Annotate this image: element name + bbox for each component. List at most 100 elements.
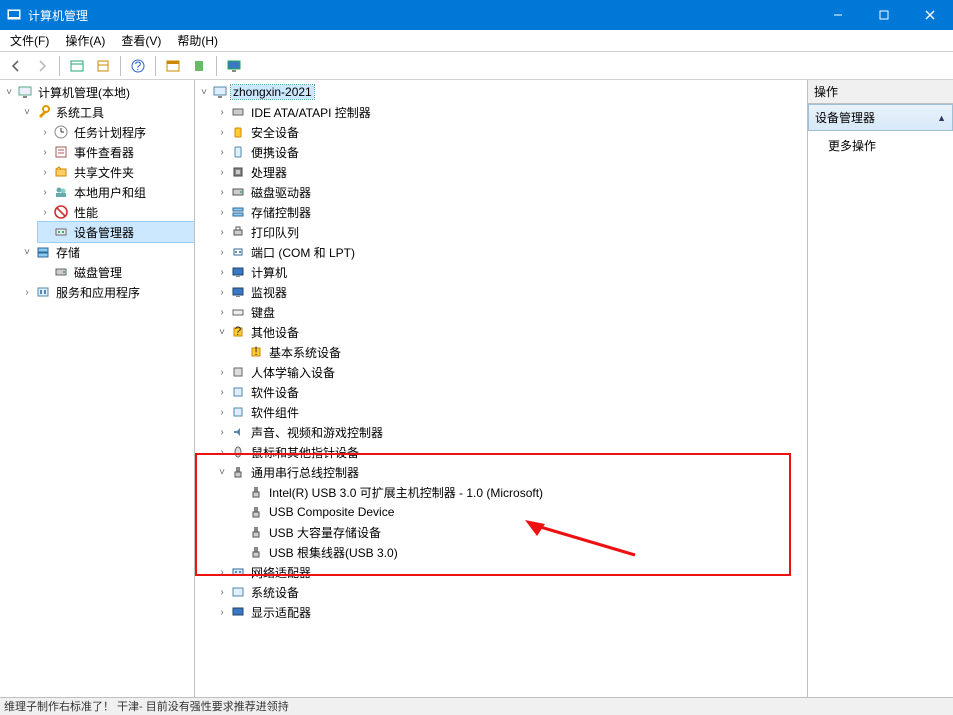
expand-icon[interactable]: › <box>215 587 229 598</box>
dev-monitors[interactable]: ›监视器 <box>215 282 807 302</box>
toolbar-properties[interactable] <box>91 54 115 78</box>
expand-icon[interactable]: › <box>38 207 52 218</box>
expand-icon[interactable]: › <box>215 147 229 158</box>
hdd-icon <box>230 184 246 200</box>
actions-section-label: 设备管理器 <box>815 109 875 126</box>
toolbar-forward[interactable] <box>30 54 54 78</box>
collapse-icon[interactable]: ˅ <box>20 247 34 258</box>
device-mgr-icon <box>53 224 69 240</box>
event-icon <box>53 144 69 160</box>
dev-other-basic[interactable]: !基本系统设备 <box>233 342 807 362</box>
dev-usb-composite[interactable]: USB Composite Device <box>233 502 807 522</box>
dev-system-devices[interactable]: ›系统设备 <box>215 582 807 602</box>
left-performance[interactable]: ›性能 <box>38 202 194 222</box>
expand-icon[interactable]: › <box>215 107 229 118</box>
expand-icon[interactable]: › <box>38 187 52 198</box>
dev-display-adapters[interactable]: ›显示适配器 <box>215 602 807 622</box>
expand-icon[interactable]: › <box>38 147 52 158</box>
dev-ide[interactable]: ›IDE ATA/ATAPI 控制器 <box>215 102 807 122</box>
chevron-up-icon[interactable]: ▲ <box>937 113 946 123</box>
storage-icon <box>35 244 51 260</box>
collapse-icon[interactable]: ˅ <box>197 87 211 98</box>
expand-icon[interactable]: › <box>215 567 229 578</box>
menu-view[interactable]: 查看(V) <box>113 30 169 51</box>
dev-sound[interactable]: ›声音、视频和游戏控制器 <box>215 422 807 442</box>
expand-icon[interactable]: › <box>215 287 229 298</box>
actions-more[interactable]: 更多操作 <box>808 131 953 160</box>
collapse-icon[interactable]: ˅ <box>215 467 229 478</box>
toolbar-refresh[interactable] <box>161 54 185 78</box>
expand-icon[interactable]: › <box>215 427 229 438</box>
collapse-icon[interactable]: ˅ <box>215 327 229 338</box>
services-icon <box>35 284 51 300</box>
left-system-tools[interactable]: ˅ 系统工具 <box>20 102 194 122</box>
expand-icon[interactable]: › <box>215 387 229 398</box>
expand-icon[interactable]: › <box>215 447 229 458</box>
expand-icon[interactable]: › <box>215 187 229 198</box>
expand-icon[interactable]: › <box>215 167 229 178</box>
toolbar-help[interactable]: ? <box>126 54 150 78</box>
dev-software-devices[interactable]: ›软件设备 <box>215 382 807 402</box>
left-root[interactable]: ˅ 计算机管理(本地) <box>2 82 194 102</box>
dev-usb-controllers[interactable]: ˅通用串行总线控制器 <box>215 462 807 482</box>
actions-section[interactable]: 设备管理器 ▲ <box>808 104 953 131</box>
expand-icon[interactable]: › <box>215 207 229 218</box>
dev-software-components[interactable]: ›软件组件 <box>215 402 807 422</box>
expand-icon[interactable]: › <box>20 287 34 298</box>
left-device-manager[interactable]: 设备管理器 <box>38 222 194 242</box>
monitor-icon <box>230 284 246 300</box>
expand-icon[interactable]: › <box>215 227 229 238</box>
toolbar-show-hide[interactable] <box>65 54 89 78</box>
expand-icon[interactable]: › <box>38 167 52 178</box>
actions-pane: 操作 设备管理器 ▲ 更多操作 <box>808 80 953 697</box>
toolbar-back[interactable] <box>4 54 28 78</box>
expand-icon[interactable]: › <box>215 307 229 318</box>
dev-usb-root-hub[interactable]: USB 根集线器(USB 3.0) <box>233 542 807 562</box>
toolbar-update[interactable] <box>187 54 211 78</box>
expand-icon[interactable]: › <box>215 367 229 378</box>
dev-ports[interactable]: ›端口 (COM 和 LPT) <box>215 242 807 262</box>
dev-processors[interactable]: ›处理器 <box>215 162 807 182</box>
left-services-apps[interactable]: ›服务和应用程序 <box>20 282 194 302</box>
menu-action[interactable]: 操作(A) <box>57 30 113 51</box>
expand-icon[interactable]: › <box>215 407 229 418</box>
dev-portable[interactable]: ›便携设备 <box>215 142 807 162</box>
left-pane[interactable]: ˅ 计算机管理(本地) ˅ 系统工具 ›任务计划程序 ›事件查看器 <box>0 80 195 697</box>
dev-keyboards[interactable]: ›键盘 <box>215 302 807 322</box>
collapse-icon[interactable]: ˅ <box>2 87 16 98</box>
left-event-viewer[interactable]: ›事件查看器 <box>38 142 194 162</box>
expand-icon[interactable]: › <box>215 247 229 258</box>
dev-disk-drives[interactable]: ›磁盘驱动器 <box>215 182 807 202</box>
left-task-scheduler[interactable]: ›任务计划程序 <box>38 122 194 142</box>
center-pane[interactable]: ˅ zhongxin-2021 ›IDE ATA/ATAPI 控制器 ›安全设备… <box>195 80 808 697</box>
dev-usb-intel[interactable]: Intel(R) USB 3.0 可扩展主机控制器 - 1.0 (Microso… <box>233 482 807 502</box>
minimize-button[interactable] <box>815 0 861 30</box>
menu-help[interactable]: 帮助(H) <box>169 30 226 51</box>
maximize-button[interactable] <box>861 0 907 30</box>
expand-icon[interactable]: › <box>38 127 52 138</box>
perf-icon <box>53 204 69 220</box>
dev-security[interactable]: ›安全设备 <box>215 122 807 142</box>
dev-hid[interactable]: ›人体学输入设备 <box>215 362 807 382</box>
expand-icon[interactable]: › <box>215 127 229 138</box>
dev-root[interactable]: ˅ zhongxin-2021 <box>197 82 807 102</box>
left-shared-folders[interactable]: ›共享文件夹 <box>38 162 194 182</box>
left-disk-mgmt[interactable]: 磁盘管理 <box>38 262 194 282</box>
printer-icon <box>230 224 246 240</box>
dev-print-queues[interactable]: ›打印队列 <box>215 222 807 242</box>
close-button[interactable] <box>907 0 953 30</box>
collapse-icon[interactable]: ˅ <box>20 107 34 118</box>
dev-computer[interactable]: ›计算机 <box>215 262 807 282</box>
expand-icon[interactable]: › <box>215 607 229 618</box>
toolbar-monitor[interactable] <box>222 54 246 78</box>
dev-network[interactable]: ›网络适配器 <box>215 562 807 582</box>
menu-file[interactable]: 文件(F) <box>2 30 57 51</box>
dev-other-devices[interactable]: ˅?其他设备 <box>215 322 807 342</box>
mouse-icon <box>230 444 246 460</box>
dev-mouse[interactable]: ›鼠标和其他指针设备 <box>215 442 807 462</box>
dev-storage-ctrl[interactable]: ›存储控制器 <box>215 202 807 222</box>
expand-icon[interactable]: › <box>215 267 229 278</box>
left-local-users[interactable]: ›本地用户和组 <box>38 182 194 202</box>
left-storage[interactable]: ˅ 存储 <box>20 242 194 262</box>
dev-usb-mass-storage[interactable]: USB 大容量存储设备 <box>233 522 807 542</box>
